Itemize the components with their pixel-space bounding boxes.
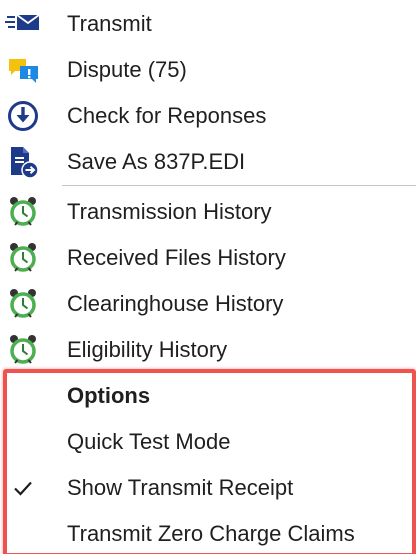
options-header: Options xyxy=(0,373,416,419)
alarm-clock-icon xyxy=(4,194,42,230)
dispute-icon xyxy=(4,52,42,88)
menu-item-clearinghouse-history[interactable]: Clearinghouse History xyxy=(0,281,416,327)
menu-item-transmit-zero-charge-claims[interactable]: Transmit Zero Charge Claims xyxy=(0,511,416,554)
menu-item-eligibility-history[interactable]: Eligibility History xyxy=(0,327,416,373)
menu-item-label: Check for Reponses xyxy=(67,103,267,128)
menu-item-label: Transmission History xyxy=(67,199,272,224)
alarm-clock-icon xyxy=(4,240,42,276)
menu-item-label: Transmit Zero Charge Claims xyxy=(67,521,355,546)
menu-item-transmit[interactable]: Transmit xyxy=(0,1,416,47)
context-menu: Transmit Dispute (75) Check for Reponses xyxy=(0,0,416,554)
alarm-clock-icon xyxy=(4,332,42,368)
menu-item-label: Quick Test Mode xyxy=(67,429,231,454)
menu-item-check-for-responses[interactable]: Check for Reponses xyxy=(0,93,416,139)
menu-item-show-transmit-receipt[interactable]: Show Transmit Receipt xyxy=(0,465,416,511)
transmit-icon xyxy=(4,6,42,42)
menu-item-dispute[interactable]: Dispute (75) xyxy=(0,47,416,93)
menu-item-label: Transmit xyxy=(67,11,152,36)
menu-item-save-as[interactable]: Save As 837P.EDI xyxy=(0,139,416,185)
menu-item-transmission-history[interactable]: Transmission History xyxy=(0,189,416,235)
menu-item-label: Dispute (75) xyxy=(67,57,187,82)
menu-separator xyxy=(62,185,416,186)
checkmark-icon xyxy=(12,477,34,499)
menu-item-received-files-history[interactable]: Received Files History xyxy=(0,235,416,281)
menu-item-label: Show Transmit Receipt xyxy=(67,475,294,500)
menu-item-label: Save As 837P.EDI xyxy=(67,149,246,174)
download-circle-icon xyxy=(4,98,42,134)
menu-item-label: Eligibility History xyxy=(67,337,228,362)
menu-item-label: Clearinghouse History xyxy=(67,291,284,316)
alarm-clock-icon xyxy=(4,286,42,322)
menu-item-quick-test-mode[interactable]: Quick Test Mode xyxy=(0,419,416,465)
save-file-icon xyxy=(4,144,42,180)
options-header-label: Options xyxy=(67,383,151,408)
menu-item-label: Received Files History xyxy=(67,245,286,270)
